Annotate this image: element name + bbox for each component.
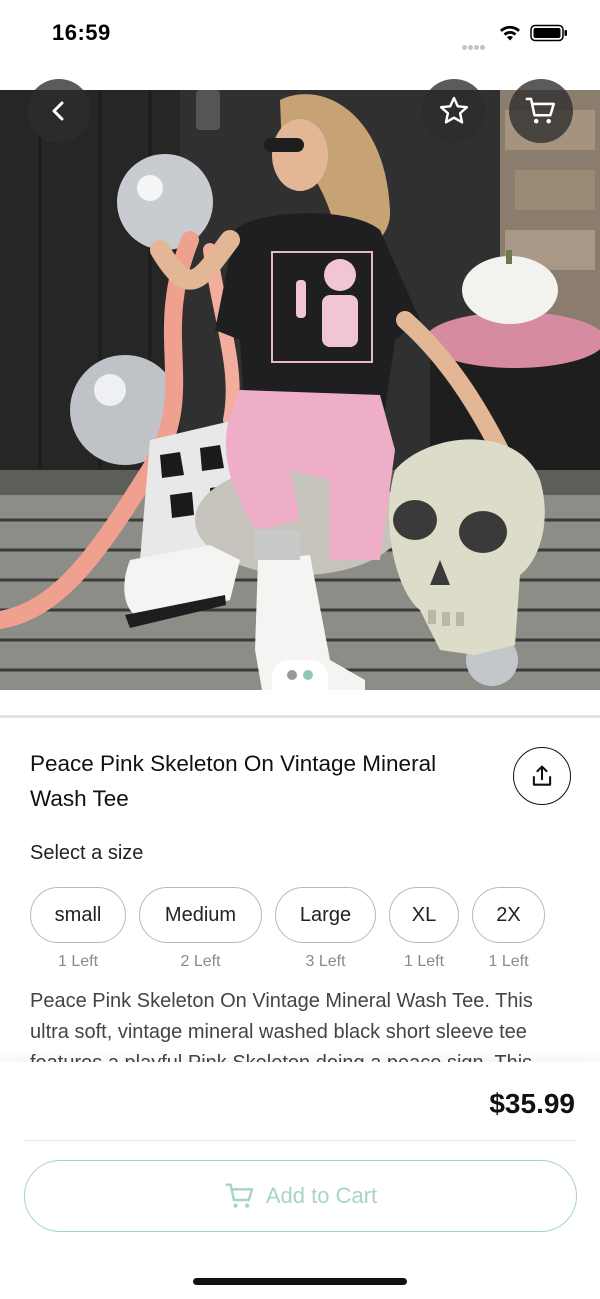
cart-button[interactable] xyxy=(509,79,573,143)
favorite-button[interactable] xyxy=(422,79,486,143)
product-price: $35.99 xyxy=(489,1088,575,1119)
status-bar: 16:59 xyxy=(0,0,600,70)
pager-dot-active[interactable] xyxy=(303,670,313,680)
share-button[interactable] xyxy=(513,747,571,805)
stock-count: 2 Left xyxy=(180,953,221,970)
back-button[interactable] xyxy=(27,79,91,143)
home-indicator[interactable] xyxy=(193,1278,407,1285)
size-option-medium[interactable]: Medium xyxy=(139,887,262,943)
stock-count: 1 Left xyxy=(488,953,529,970)
size-option-large[interactable]: Large xyxy=(275,887,376,943)
wifi-icon xyxy=(500,25,520,41)
pager-dot[interactable] xyxy=(287,670,297,680)
star-icon xyxy=(439,96,469,124)
size-option-small[interactable]: small xyxy=(30,887,126,943)
size-option-2x[interactable]: 2X xyxy=(472,887,545,943)
cart-icon xyxy=(225,1183,254,1208)
battery-icon xyxy=(530,24,567,42)
cart-icon xyxy=(525,97,556,124)
product-image[interactable] xyxy=(0,90,600,690)
size-option-xl[interactable]: XL xyxy=(389,887,459,943)
stock-count: 3 Left xyxy=(305,953,346,970)
product-photo xyxy=(0,90,600,690)
divider xyxy=(0,715,600,718)
add-to-cart-label: Add to Cart xyxy=(265,1183,378,1208)
product-description: Peace Pink Skeleton On Vintage Mineral W… xyxy=(30,990,533,1066)
share-icon xyxy=(532,765,552,786)
divider xyxy=(25,1140,575,1141)
stock-count: 1 Left xyxy=(403,953,445,970)
chevron-left-icon xyxy=(52,101,64,121)
size-prompt: Select a size xyxy=(30,842,144,864)
add-to-cart-button[interactable]: Add to Cart xyxy=(24,1160,577,1232)
product-title: Peace Pink Skeleton On Vintage Mineral W… xyxy=(30,751,437,811)
signal-icon xyxy=(462,37,490,50)
gallery-pager[interactable] xyxy=(272,660,328,694)
stock-count: 1 Left xyxy=(57,953,99,970)
status-time: 16:59 xyxy=(52,20,111,45)
